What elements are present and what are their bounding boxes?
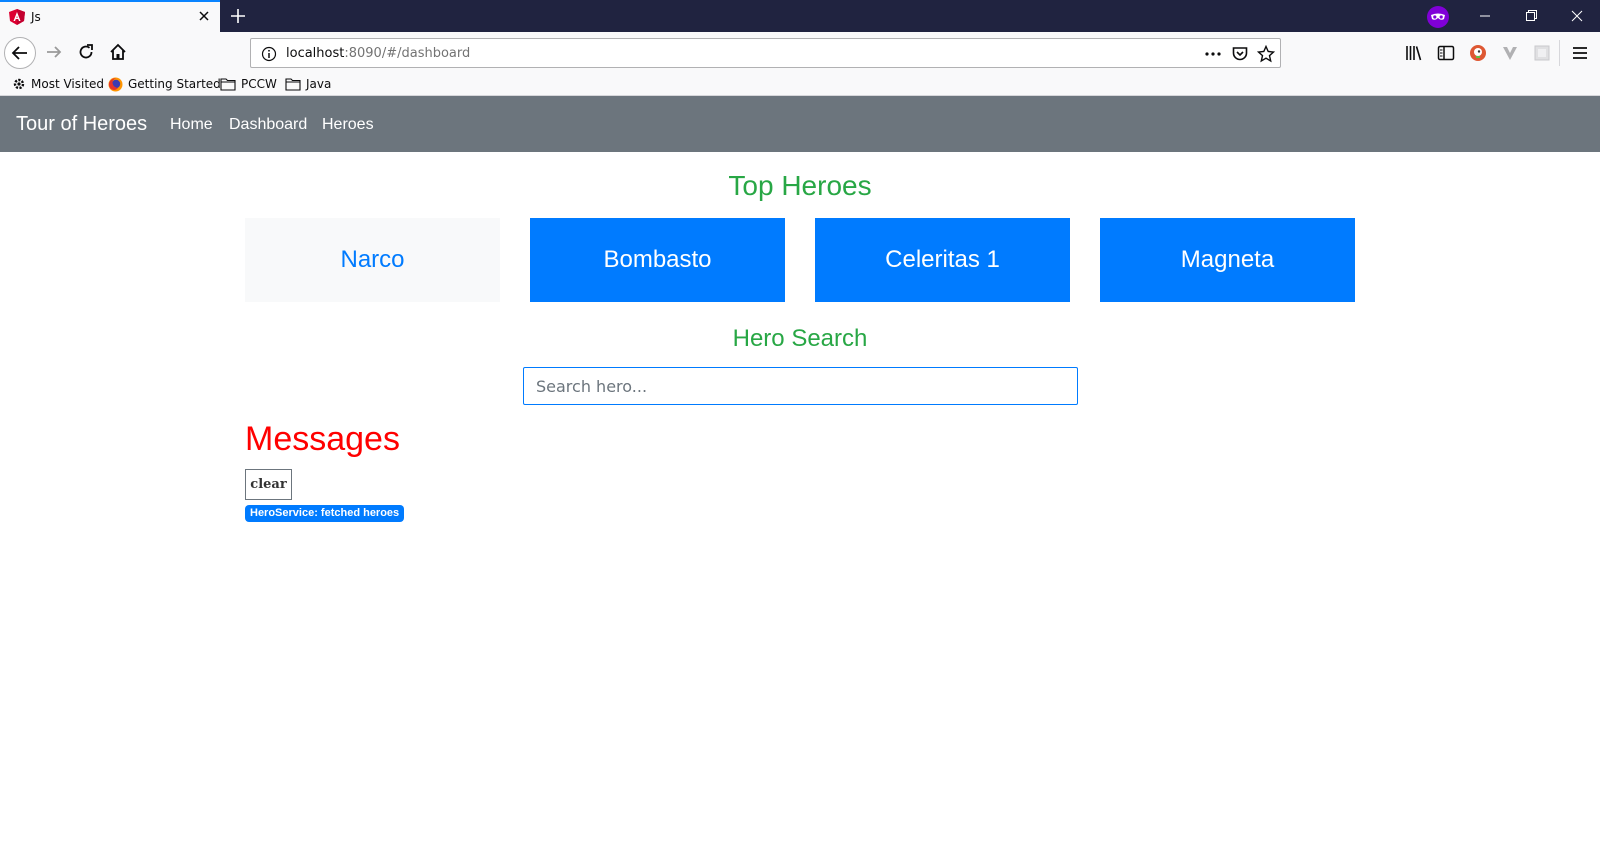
top-heroes-title: Top Heroes — [728, 170, 872, 201]
message-badge: HeroService: fetched heroes — [245, 505, 405, 522]
forward-arrow-icon[interactable] — [44, 42, 64, 62]
bookmarks-toolbar: Most Visited Getting Started PCCW Java — [0, 72, 1600, 96]
close-icon[interactable] — [196, 8, 212, 24]
hero-search-title: Hero Search — [732, 325, 868, 352]
sidebar-icon[interactable] — [1436, 43, 1456, 63]
browser-toolbar: localhost:8090/#/dashboard — [0, 32, 1600, 72]
extension-v-icon[interactable] — [1500, 43, 1520, 63]
angular-icon — [9, 9, 25, 25]
home-icon[interactable] — [108, 42, 128, 62]
restore-icon[interactable] — [1508, 0, 1554, 32]
minimize-icon[interactable] — [1462, 0, 1508, 32]
back-button[interactable] — [4, 37, 36, 69]
messages-title: Messages — [245, 420, 400, 458]
hero-card-bombasto[interactable]: Bombasto — [530, 218, 785, 302]
page-actions-icon[interactable] — [1204, 45, 1222, 63]
duckduckgo-icon[interactable] — [1468, 43, 1488, 63]
hero-card-magneta[interactable]: Magneta — [1100, 218, 1355, 302]
nav-link-home[interactable]: Home — [170, 116, 213, 134]
app-navbar: Tour of Heroes Home Dashboard Heroes — [0, 96, 1600, 152]
brand-link[interactable]: Tour of Heroes — [16, 113, 147, 136]
bookmark-getting-started[interactable]: Getting Started — [108, 75, 221, 93]
hero-name: Magneta — [1180, 246, 1275, 273]
hero-name: Narco — [340, 246, 405, 273]
gear-icon — [13, 78, 25, 90]
new-tab-icon[interactable] — [230, 8, 246, 24]
extension-square-icon[interactable] — [1532, 43, 1552, 63]
url-text: localhost:8090/#/dashboard — [286, 46, 470, 61]
browser-tab[interactable]: Js — [0, 0, 220, 32]
bookmark-label: Getting Started — [128, 77, 221, 91]
bookmark-label: PCCW — [241, 77, 277, 91]
pocket-icon[interactable] — [1231, 45, 1249, 63]
url-bar[interactable]: localhost:8090/#/dashboard — [250, 38, 1281, 68]
url-path: :8090/#/dashboard — [344, 46, 471, 61]
private-mask-icon — [1427, 6, 1449, 28]
browser-titlebar: Js — [0, 0, 1600, 32]
nav-link-dashboard[interactable]: Dashboard — [229, 116, 307, 134]
window-close-icon[interactable] — [1554, 0, 1600, 32]
hero-card-celeritas-1[interactable]: Celeritas 1 — [815, 218, 1070, 302]
bookmark-label: Java — [306, 77, 332, 91]
hero-name: Bombasto — [603, 246, 712, 273]
bookmark-star-icon[interactable] — [1257, 45, 1275, 63]
info-icon[interactable] — [261, 46, 277, 62]
toolbar-separator — [1559, 40, 1560, 66]
hamburger-menu-icon[interactable] — [1570, 43, 1590, 63]
folder-icon — [285, 78, 301, 91]
bookmark-folder-pccw[interactable]: PCCW — [220, 75, 277, 93]
hero-name: Celeritas 1 — [885, 246, 1000, 273]
hero-card-narco[interactable]: Narco — [245, 218, 500, 302]
nav-link-heroes[interactable]: Heroes — [322, 116, 374, 134]
hero-search-input[interactable] — [523, 367, 1078, 405]
back-arrow-icon — [11, 46, 27, 60]
clear-button[interactable]: clear — [245, 469, 292, 500]
url-host: localhost — [286, 46, 345, 61]
firefox-icon — [108, 77, 123, 91]
folder-icon — [220, 78, 236, 91]
bookmark-most-visited[interactable]: Most Visited — [12, 75, 104, 93]
tab-title: Js — [31, 10, 41, 24]
bookmark-label: Most Visited — [31, 77, 105, 91]
bookmark-folder-java[interactable]: Java — [285, 75, 331, 93]
reload-icon[interactable] — [76, 42, 96, 62]
library-icon[interactable] — [1404, 43, 1424, 63]
